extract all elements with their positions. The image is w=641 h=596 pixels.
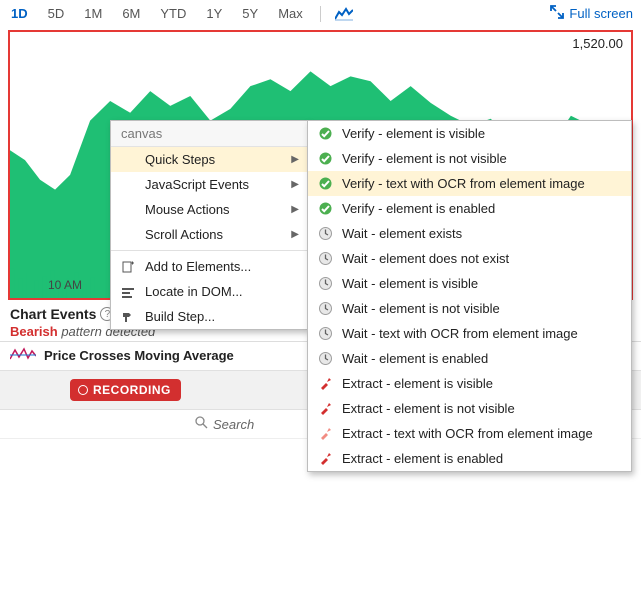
submenu-item[interactable]: Wait - text with OCR from element image xyxy=(308,321,631,346)
submenu-label: Extract - element is visible xyxy=(342,376,623,391)
menu-item-js-events[interactable]: JavaScript Events▶ xyxy=(111,172,307,197)
check-icon xyxy=(316,151,334,166)
chevron-right-icon: ▶ xyxy=(291,204,299,215)
submenu-label: Wait - element is visible xyxy=(342,276,623,291)
context-menu-secondary: Verify - element is visible Verify - elem… xyxy=(307,120,632,472)
chevron-right-icon: ▶ xyxy=(291,154,299,165)
mini-chart-icon xyxy=(10,347,36,363)
chevron-right-icon: ▶ xyxy=(291,229,299,240)
clock-icon xyxy=(316,251,334,266)
signal-label: Bearish xyxy=(10,324,58,339)
tab-1y[interactable]: 1Y xyxy=(203,4,225,23)
xaxis-tick-label: 10 AM xyxy=(48,278,82,292)
hammer-icon xyxy=(119,310,137,324)
submenu-label: Extract - element is not visible xyxy=(342,401,623,416)
tab-1m[interactable]: 1M xyxy=(81,4,105,23)
submenu-label: Verify - text with OCR from element imag… xyxy=(342,176,623,191)
submenu-item[interactable]: Wait - element is enabled xyxy=(308,346,631,371)
tab-5y[interactable]: 5Y xyxy=(239,4,261,23)
menu-item-quick-steps[interactable]: Quick Steps▶ xyxy=(111,147,307,172)
tab-ytd[interactable]: YTD xyxy=(157,4,189,23)
check-icon xyxy=(316,201,334,216)
submenu-label: Extract - text with OCR from element ima… xyxy=(342,426,623,441)
clock-icon xyxy=(316,226,334,241)
submenu-label: Verify - element is visible xyxy=(342,126,623,141)
clock-icon xyxy=(316,351,334,366)
submenu-item[interactable]: Wait - element is not visible xyxy=(308,296,631,321)
clock-icon xyxy=(316,301,334,316)
chart-top-price-label: 1,520.00 xyxy=(572,36,623,51)
submenu-label: Verify - element is enabled xyxy=(342,201,623,216)
check-icon xyxy=(316,176,334,191)
clock-icon xyxy=(316,276,334,291)
submenu-item[interactable]: Extract - element is not visible xyxy=(308,396,631,421)
check-icon xyxy=(316,126,334,141)
menu-separator xyxy=(111,250,307,251)
submenu-item[interactable]: Extract - text with OCR from element ima… xyxy=(308,421,631,446)
chevron-right-icon: ▶ xyxy=(291,179,299,190)
divider xyxy=(320,6,321,22)
menu-item-locate-dom[interactable]: Locate in DOM... xyxy=(111,279,307,304)
clock-icon xyxy=(316,326,334,341)
menu-header: canvas xyxy=(111,121,307,147)
context-menu-primary: canvas Quick Steps▶ JavaScript Events▶ M… xyxy=(110,120,308,330)
add-icon xyxy=(119,260,137,274)
submenu-item[interactable]: Wait - element does not exist xyxy=(308,246,631,271)
submenu-item[interactable]: Wait - element exists xyxy=(308,221,631,246)
fullscreen-icon xyxy=(550,5,564,22)
timeframe-tabs: 1D 5D 1M 6M YTD 1Y 5Y Max Full screen xyxy=(0,0,641,30)
pin-icon xyxy=(316,376,334,391)
fullscreen-button[interactable]: Full screen xyxy=(550,5,633,22)
submenu-item[interactable]: Verify - element is enabled xyxy=(308,196,631,221)
menu-item-build-step[interactable]: Build Step... xyxy=(111,304,307,329)
menu-item-add-elements[interactable]: Add to Elements... xyxy=(111,254,307,279)
pin-icon xyxy=(316,401,334,416)
chart-events-title: Chart Events xyxy=(10,306,96,322)
pinr-icon xyxy=(316,426,334,441)
submenu-label: Wait - element is not visible xyxy=(342,301,623,316)
submenu-item[interactable]: Verify - element is visible xyxy=(308,121,631,146)
menu-item-scroll-actions[interactable]: Scroll Actions▶ xyxy=(111,222,307,247)
submenu-label: Verify - element is not visible xyxy=(342,151,623,166)
submenu-item[interactable]: Extract - element is enabled xyxy=(308,446,631,471)
submenu-item[interactable]: Wait - element is visible xyxy=(308,271,631,296)
submenu-item[interactable]: Extract - element is visible xyxy=(308,371,631,396)
submenu-item[interactable]: Verify - text with OCR from element imag… xyxy=(308,171,631,196)
fullscreen-label: Full screen xyxy=(569,6,633,21)
submenu-label: Wait - element is enabled xyxy=(342,351,623,366)
locate-icon xyxy=(119,285,137,299)
submenu-label: Wait - element exists xyxy=(342,226,623,241)
submenu-label: Extract - element is enabled xyxy=(342,451,623,466)
chart-type-icon[interactable] xyxy=(335,7,353,21)
tab-6m[interactable]: 6M xyxy=(119,4,143,23)
tab-1d[interactable]: 1D xyxy=(8,4,31,23)
submenu-label: Wait - element does not exist xyxy=(342,251,623,266)
submenu-item[interactable]: Verify - element is not visible xyxy=(308,146,631,171)
pin-icon xyxy=(316,451,334,466)
submenu-label: Wait - text with OCR from element image xyxy=(342,326,623,341)
context-menu-overlay: canvas Quick Steps▶ JavaScript Events▶ M… xyxy=(110,120,632,472)
menu-item-mouse-actions[interactable]: Mouse Actions▶ xyxy=(111,197,307,222)
tab-5d[interactable]: 5D xyxy=(45,4,68,23)
tab-max[interactable]: Max xyxy=(275,4,306,23)
record-icon xyxy=(78,385,88,395)
